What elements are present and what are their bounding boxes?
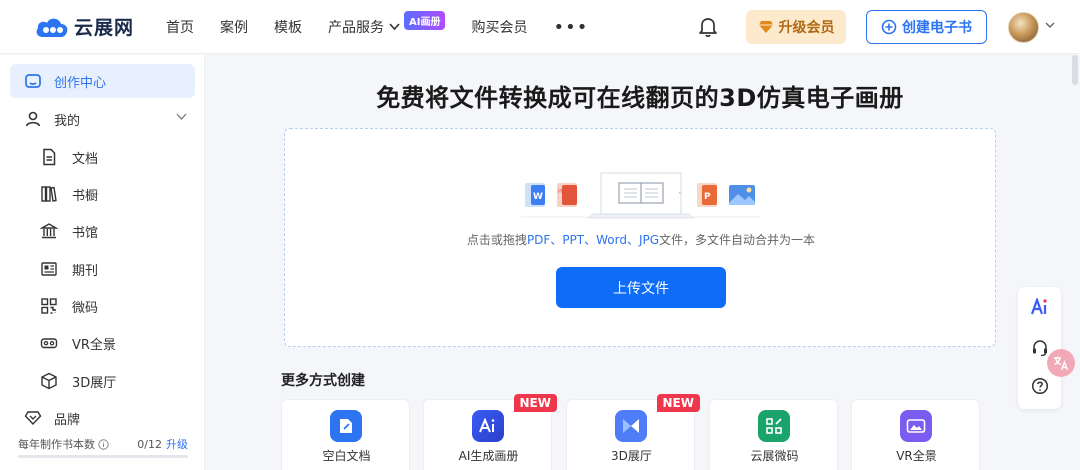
chevron-down-icon: [389, 23, 400, 31]
upgrade-membership-button[interactable]: 升级会员: [746, 10, 846, 44]
journal-icon: [41, 262, 57, 276]
floating-toolbar: [1018, 287, 1061, 409]
yearly-quota: 每年制作书本数 0/12 升级: [18, 436, 188, 452]
vr-icon: [900, 410, 932, 442]
brand-icon: [24, 411, 42, 426]
svg-text:PDF: PDF: [558, 189, 568, 195]
create-ebook-label: 创建电子书: [902, 20, 972, 36]
svg-text:P: P: [704, 192, 711, 202]
page-title: 免费将文件转换成可在线翻页的3D仿真电子画册: [376, 84, 904, 112]
translate-icon[interactable]: [1047, 349, 1075, 377]
top-navbar: 云展网 首页 案例 模板 产品服务 AI画册 购买会员 ••• 升级会员 创建电…: [0, 0, 1080, 54]
sidebar-item-label: 期刊: [72, 263, 99, 279]
ai-album-card[interactable]: AI生成画册 NEW: [423, 394, 557, 470]
page-scrollbar[interactable]: [1072, 55, 1078, 85]
sidebar-item-creation-center[interactable]: 创作中心: [10, 64, 195, 98]
blank-doc-icon: [330, 410, 362, 442]
sidebar-item-vr[interactable]: VR全景: [10, 326, 195, 360]
plus-circle-icon: [881, 19, 897, 35]
file-dropzone[interactable]: W PDF • • P 点击或拖拽PDF、PPT、Word、JPG文件，多文件自…: [284, 128, 996, 347]
3d-hall-icon: [615, 410, 647, 442]
sidebar-item-label: 品牌: [54, 412, 81, 428]
sidebar-item-microcode[interactable]: 微码: [10, 289, 195, 323]
3d-hall-card[interactable]: 3D展厅 NEW: [566, 394, 700, 470]
avatar[interactable]: [1008, 12, 1039, 43]
hint-file-types: PDF、PPT、Word、JPG: [526, 233, 660, 247]
more-menu-icon[interactable]: •••: [553, 17, 588, 38]
card-label: 空白文档: [322, 449, 371, 463]
hint-suffix: 文件，多文件自动合并为一本: [659, 233, 816, 247]
card-label: AI生成画册: [458, 449, 519, 463]
chevron-down-icon: [176, 113, 187, 120]
svg-text:W: W: [533, 192, 543, 202]
nav-templates[interactable]: 模板: [274, 17, 302, 37]
quota-label: 每年制作书本数: [18, 438, 95, 451]
upgrade-label: 升级会员: [778, 20, 835, 36]
sidebar-item-bookshelf[interactable]: 书橱: [10, 177, 195, 211]
nav-buy-membership[interactable]: 购买会员: [471, 17, 527, 37]
vr-icon: [40, 338, 58, 349]
create-blank-doc-card[interactable]: 空白文档: [281, 399, 410, 470]
main-nav: 首页 案例 模板 产品服务 AI画册 购买会员 •••: [166, 0, 614, 54]
sidebar-item-library[interactable]: 书馆: [10, 214, 195, 248]
new-badge: NEW: [656, 394, 700, 412]
microcode-card[interactable]: 云展微码: [709, 399, 838, 470]
user-icon: [25, 111, 41, 127]
sidebar-item-label: 书馆: [72, 225, 99, 241]
cloud-logo-icon: [36, 18, 68, 37]
ai-icon: [472, 410, 504, 442]
sidebar-item-label: 书橱: [72, 188, 99, 204]
sidebar-item-brand[interactable]: 品牌: [10, 401, 195, 435]
hint-prefix: 点击或拖拽: [466, 233, 527, 247]
logo-text: 云展网: [74, 17, 135, 39]
card-label: 云展微码: [750, 449, 799, 463]
upload-file-button[interactable]: 上传文件: [556, 267, 726, 308]
qrcode-icon: [758, 410, 790, 442]
info-icon[interactable]: [98, 438, 109, 450]
sidebar-item-journal[interactable]: 期刊: [10, 252, 195, 286]
card-label: VR全景: [896, 449, 937, 463]
chevron-down-icon[interactable]: [1045, 22, 1055, 29]
sidebar: 创作中心 我的 文档 书橱 书馆 期刊 微码 VR全景 3D展厅 品牌 每年制作…: [0, 55, 205, 470]
file-convert-illustration: W PDF • • P: [521, 172, 761, 219]
cube-icon: [41, 372, 57, 390]
sidebar-item-3d-hall[interactable]: 3D展厅: [10, 364, 195, 398]
diamond-icon: [758, 21, 773, 33]
ai-album-badge[interactable]: AI画册: [404, 10, 446, 30]
quota-value: 0/12: [137, 437, 162, 451]
vr-panorama-card[interactable]: VR全景: [851, 399, 980, 470]
quota-upgrade-link[interactable]: 升级: [166, 436, 188, 452]
sidebar-item-label: VR全景: [72, 337, 116, 353]
bookshelf-icon: [41, 186, 57, 202]
sidebar-item-label: 我的: [54, 113, 81, 129]
create-ebook-button[interactable]: 创建电子书: [866, 10, 987, 44]
sidebar-item-label: 3D展厅: [72, 375, 117, 391]
nav-home[interactable]: 首页: [166, 17, 194, 37]
qrcode-icon: [41, 298, 57, 314]
sidebar-item-label: 文档: [72, 151, 99, 167]
new-badge: NEW: [513, 394, 557, 412]
home-icon: [25, 74, 41, 88]
logo[interactable]: 云展网: [34, 13, 134, 40]
sidebar-item-label: 创作中心: [54, 75, 107, 91]
library-icon: [40, 223, 58, 239]
help-icon[interactable]: [1029, 375, 1051, 397]
sidebar-item-documents[interactable]: 文档: [10, 140, 195, 174]
nav-products[interactable]: 产品服务 AI画册: [328, 10, 446, 37]
document-icon: [43, 148, 56, 166]
nav-cases[interactable]: 案例: [220, 17, 248, 37]
sidebar-item-mine[interactable]: 我的: [10, 102, 195, 136]
bell-icon[interactable]: [698, 16, 718, 38]
nav-products-label: 产品服务: [328, 20, 384, 36]
card-label: 3D展厅: [611, 449, 652, 463]
ai-assistant-icon[interactable]: [1029, 296, 1051, 318]
more-ways-title: 更多方式创建: [281, 373, 365, 389]
quota-progress-bar: [18, 455, 188, 458]
svg-text:•: •: [678, 190, 682, 197]
sidebar-item-label: 微码: [72, 300, 99, 316]
dropzone-hint: 点击或拖拽PDF、PPT、Word、JPG文件，多文件自动合并为一本: [285, 231, 997, 248]
